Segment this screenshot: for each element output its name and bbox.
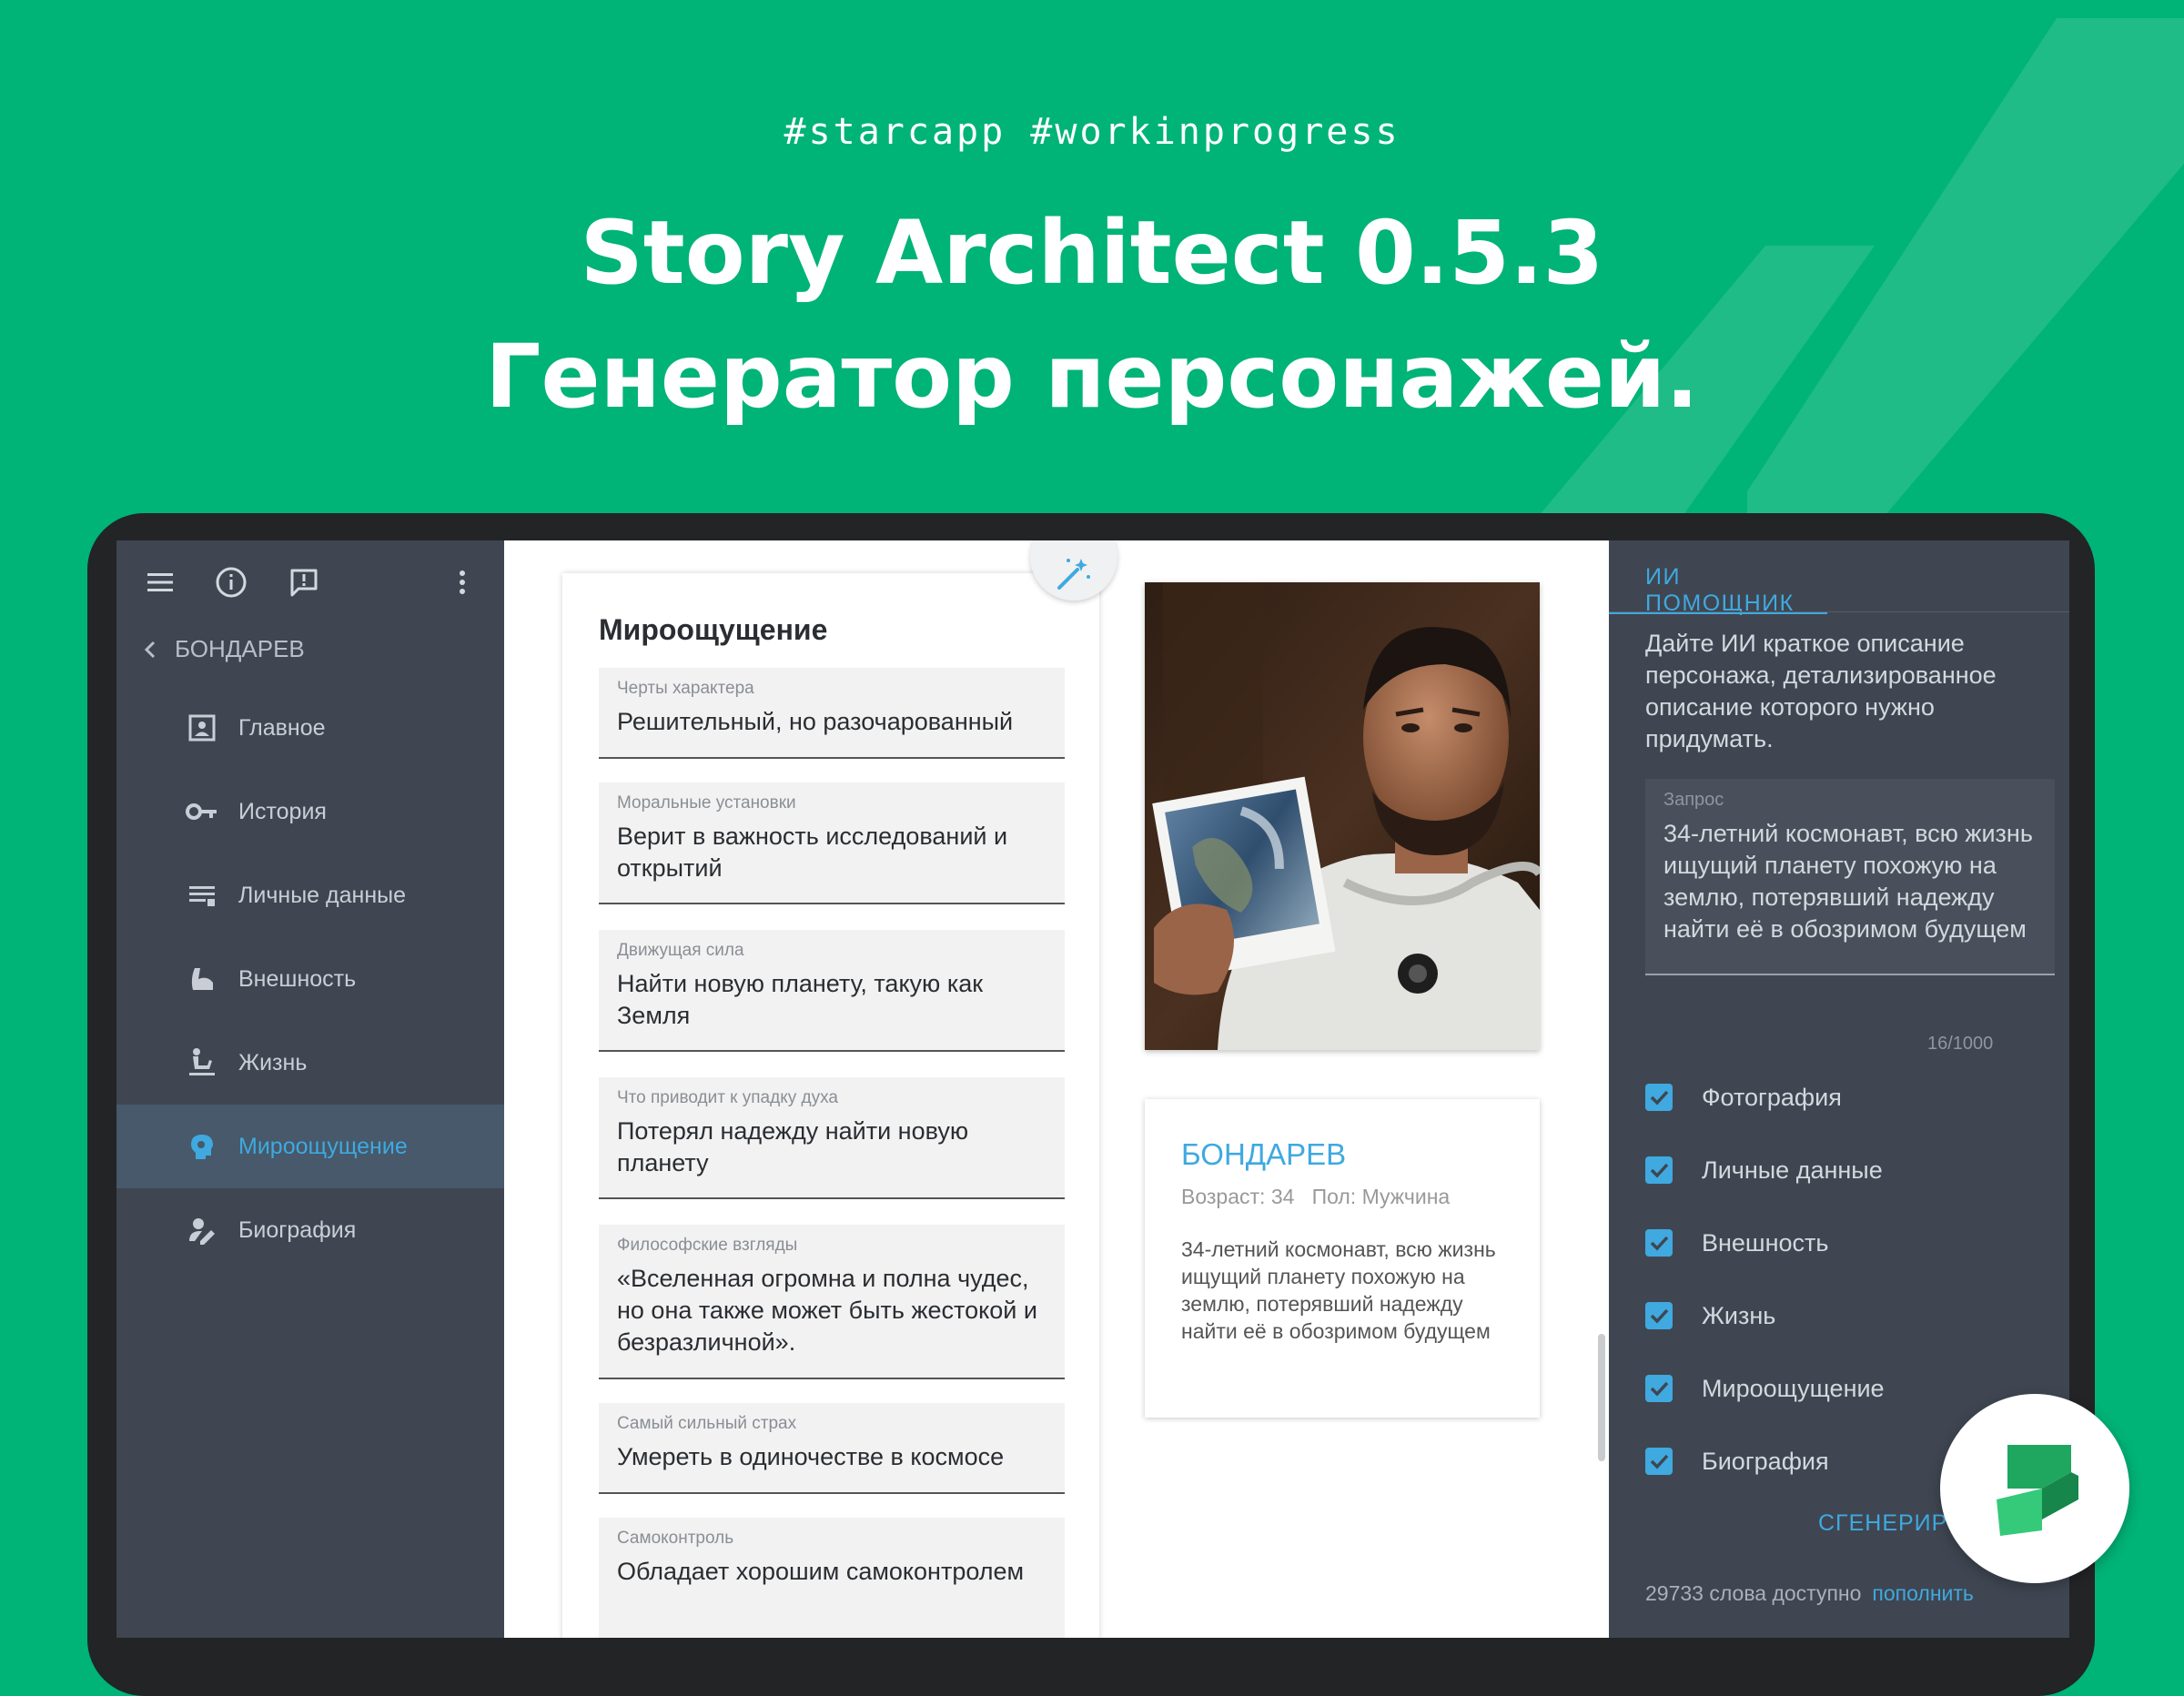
field-label: Что приводит к упадку духа [617, 1088, 838, 1107]
more-vert-icon[interactable] [442, 562, 482, 602]
field-value[interactable]: Обладает хорошим самоконтролем [617, 1556, 1046, 1588]
checkbox-label: Внешность [1702, 1228, 1829, 1257]
field-self-control[interactable]: Самоконтроль Обладает хорошим самоконтро… [599, 1518, 1065, 1638]
sidebar-item-label: Внешность [238, 965, 357, 992]
ai-instructions: Дайте ИИ краткое описание персонажа, дет… [1645, 630, 1997, 752]
character-name: БОНДАРЕВ [1181, 1137, 1347, 1171]
words-available-text: 29733 слова доступно [1645, 1581, 1862, 1605]
character-summary-card[interactable]: БОНДАРЕВ Возраст: 34 Пол: Мужчина 34-лет… [1145, 1099, 1540, 1418]
checkbox-label: Фотография [1702, 1083, 1842, 1111]
sidebar-item-label: Главное [238, 714, 326, 741]
sidebar: БОНДАРЕВ Главное История Личные данные В… [116, 540, 504, 1638]
magic-wand-icon [1057, 559, 1090, 590]
tab-label: ИИ ПОМОЩНИК [1645, 564, 1795, 616]
checkbox-label: Мироощущение [1702, 1374, 1885, 1402]
field-value[interactable]: Решительный, но разочарованный [617, 706, 1046, 738]
head-icon [184, 1128, 220, 1165]
checkbox-label: Личные данные [1702, 1156, 1883, 1184]
field-label: Философские взгляды [617, 1236, 798, 1255]
form-title: Мироощущение [599, 613, 828, 646]
sidebar-item-worldview[interactable]: Мироощущение [116, 1105, 504, 1188]
field-despair-cause[interactable]: Что приводит к упадку духа Потерял надеж… [599, 1077, 1065, 1199]
query-label: Запрос [1663, 790, 1724, 810]
sidebar-item-biography[interactable]: Биография [116, 1188, 504, 1272]
sidebar-item-label: История [238, 798, 327, 824]
checkbox-worldview[interactable]: Мироощущение [1645, 1368, 2046, 1408]
back-to-character[interactable]: БОНДАРЕВ [142, 635, 305, 663]
sidebar-item-personal-data[interactable]: Личные данные [116, 853, 504, 937]
sidebar-item-life[interactable]: Жизнь [116, 1021, 504, 1105]
life-icon [184, 1045, 220, 1081]
field-value[interactable]: Найти новую планету, такую как Земля [617, 968, 1046, 1032]
sidebar-item-label: Личные данные [238, 882, 406, 908]
checkbox-checked-icon[interactable] [1645, 1375, 1673, 1402]
sidebar-item-history[interactable]: История [116, 770, 504, 853]
field-character-traits[interactable]: Черты характера Решительный, но разочаро… [599, 668, 1065, 759]
words-available: 29733 слова доступно пополнить [1645, 1581, 1974, 1606]
checkbox-label: Жизнь [1702, 1301, 1776, 1329]
field-value[interactable]: Потерял надежду найти новую планету [617, 1116, 1046, 1179]
field-label: Движущая сила [617, 941, 744, 960]
sidebar-item-main[interactable]: Главное [116, 686, 504, 770]
field-strongest-fear[interactable]: Самый сильный страх Умереть в одиночеств… [599, 1403, 1065, 1494]
checkbox-checked-icon[interactable] [1645, 1084, 1673, 1111]
checkbox-checked-icon[interactable] [1645, 1448, 1673, 1475]
checkbox-appearance[interactable]: Внешность [1645, 1223, 2046, 1263]
field-moral-principles[interactable]: Моральные установки Верит в важность исс… [599, 782, 1065, 904]
character-description: 34-летний космонавт, всю жизнь ищущий пл… [1181, 1237, 1496, 1343]
sidebar-item-appearance[interactable]: Внешность [116, 937, 504, 1021]
headline-title: Story Architect 0.5.3 [580, 202, 1604, 304]
headline-subtitle: Генератор персонажей. [485, 326, 1699, 428]
checkbox-life[interactable]: Жизнь [1645, 1296, 2046, 1336]
character-photo[interactable] [1145, 582, 1540, 1050]
list-icon [184, 877, 220, 914]
query-textarea[interactable]: Запрос 34-летний космонавт, всю жизнь ищ… [1645, 779, 2055, 975]
character-counter: 16/1000 [1927, 1034, 1994, 1054]
field-label: Самоконтроль [617, 1529, 734, 1548]
field-driving-force[interactable]: Движущая сила Найти новую планету, такую… [599, 930, 1065, 1052]
character-meta: Возраст: 34 Пол: Мужчина [1181, 1185, 1451, 1208]
back-label: БОНДАРЕВ [175, 635, 305, 662]
checkbox-photo[interactable]: Фотография [1645, 1077, 2046, 1117]
sidebar-item-label: Биография [238, 1216, 357, 1243]
arm-icon [184, 961, 220, 997]
query-value[interactable]: 34-летний космонавт, всю жизнь ищущий пл… [1663, 818, 2037, 945]
tab-divider [1609, 611, 2069, 612]
checkbox-personal-data[interactable]: Личные данные [1645, 1150, 2046, 1190]
feedback-icon[interactable] [284, 562, 324, 602]
field-value[interactable]: Верит в важность исследований и открытий [617, 821, 1046, 884]
starc-logo-icon [1997, 1445, 2078, 1536]
menu-icon[interactable] [140, 562, 180, 602]
info-icon[interactable] [211, 562, 251, 602]
topup-link[interactable]: пополнить [1872, 1581, 1973, 1605]
field-label: Черты характера [617, 679, 754, 698]
portrait-icon [184, 710, 220, 746]
checkbox-checked-icon[interactable] [1645, 1229, 1673, 1257]
sidebar-item-label: Жизнь [238, 1049, 308, 1075]
key-icon [184, 793, 220, 830]
chevron-left-icon [144, 641, 156, 658]
field-label: Самый сильный страх [617, 1414, 797, 1433]
checkbox-label: Биография [1702, 1447, 1829, 1475]
sidebar-item-label: Мироощущение [238, 1133, 408, 1159]
app-screen: БОНДАРЕВ Главное История Личные данные В… [116, 540, 2069, 1638]
checkbox-checked-icon[interactable] [1645, 1156, 1673, 1184]
field-value[interactable]: Умереть в одиночестве в космосе [617, 1441, 1046, 1473]
hashtags: #starcapp #workinprogress [784, 111, 1400, 153]
field-label: Моральные установки [617, 793, 796, 813]
content-scrollbar[interactable] [1598, 1334, 1605, 1461]
field-philosophy[interactable]: Философские взгляды «Вселенная огромна и… [599, 1225, 1065, 1379]
app-logo-badge [1940, 1394, 2129, 1583]
field-value[interactable]: «Вселенная огромна и полна чудес, но она… [617, 1263, 1046, 1358]
checkbox-checked-icon[interactable] [1645, 1302, 1673, 1329]
tab-ai-assistant[interactable]: ИИ ПОМОЩНИК [1609, 540, 1827, 616]
person-edit-icon [184, 1212, 220, 1248]
